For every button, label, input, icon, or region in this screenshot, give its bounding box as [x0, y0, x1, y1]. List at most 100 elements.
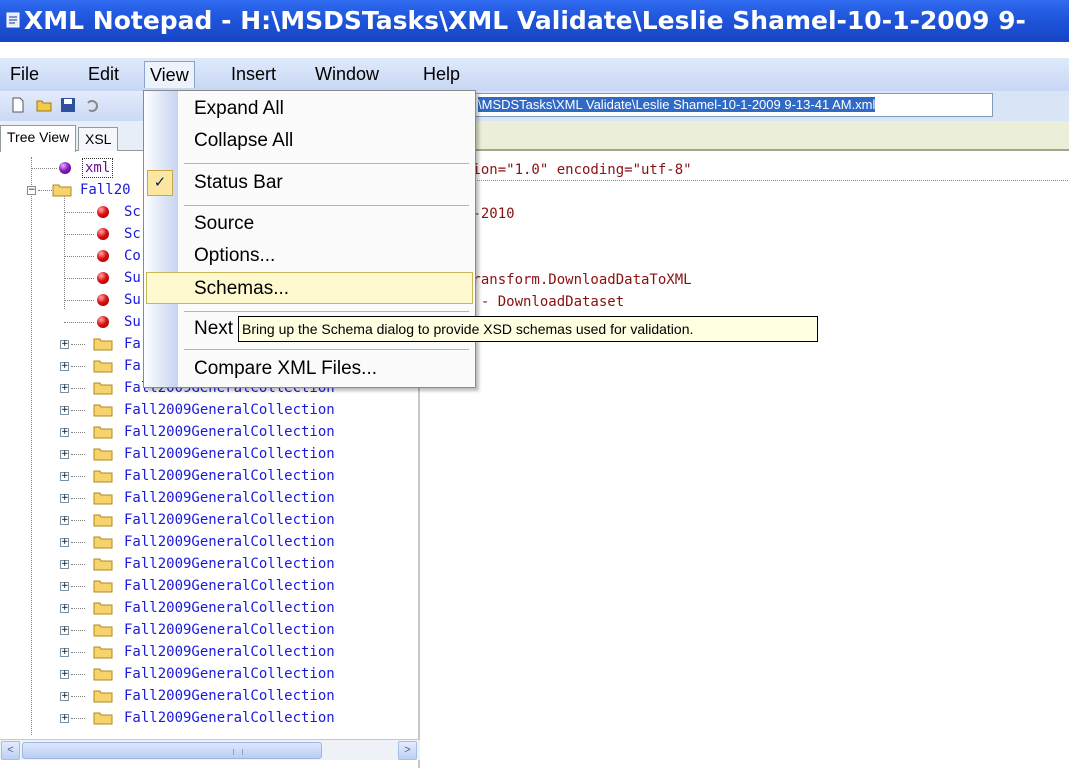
- tree-node-label: Su: [124, 270, 141, 286]
- tree-node-label: Sc: [124, 226, 141, 242]
- tree-line: [31, 168, 57, 169]
- menu-insert[interactable]: Insert: [226, 61, 281, 88]
- tree-line: [38, 190, 52, 191]
- menu-item-collapse-all[interactable]: Collapse All: [144, 125, 475, 157]
- tree-node-label: Fall2009GeneralCollection: [124, 402, 335, 418]
- folder-icon: [93, 404, 113, 417]
- folder-open-icon: [52, 184, 72, 197]
- expand-icon[interactable]: +: [60, 648, 69, 657]
- tree-line: [64, 300, 94, 301]
- title-bar[interactable]: XML Notepad - H:\MSDSTasks\XML Validate\…: [0, 0, 1069, 42]
- expand-icon[interactable]: +: [60, 626, 69, 635]
- tree-line: [71, 564, 85, 565]
- tree-node-label: Fall2009GeneralCollection: [124, 578, 335, 594]
- file-path-input[interactable]: \MSDSTasks\XML Validate\Leslie Shamel-10…: [473, 93, 993, 117]
- folder-icon: [93, 668, 113, 681]
- menu-item-expand-all[interactable]: Expand All: [144, 93, 475, 125]
- checkmark-icon: ✓: [147, 170, 173, 196]
- menu-separator: [184, 205, 469, 206]
- expand-icon[interactable]: +: [60, 384, 69, 393]
- expand-icon[interactable]: +: [60, 472, 69, 481]
- folder-icon: [93, 514, 113, 527]
- menu-item-label: Schemas...: [194, 278, 290, 299]
- tree-node-label: Su: [124, 292, 141, 308]
- menu-file[interactable]: File: [5, 61, 44, 88]
- expand-icon[interactable]: +: [60, 714, 69, 723]
- open-icon[interactable]: [36, 97, 52, 113]
- tree-line: [71, 608, 85, 609]
- tooltip: Bring up the Schema dialog to provide XS…: [238, 316, 818, 342]
- expand-icon[interactable]: +: [60, 582, 69, 591]
- folder-icon: [93, 426, 113, 439]
- menu-item-label: Options...: [194, 245, 276, 266]
- menu-item-options[interactable]: Options...: [144, 240, 475, 272]
- menu-item-source[interactable]: Source: [144, 208, 475, 240]
- expand-icon[interactable]: +: [60, 406, 69, 415]
- scroll-right-icon[interactable]: >: [398, 741, 417, 760]
- tree-line: [71, 520, 85, 521]
- folder-icon: [93, 448, 113, 461]
- tree-line: [71, 586, 85, 587]
- menu-help[interactable]: Help: [418, 61, 465, 88]
- attribute-icon: [97, 316, 109, 328]
- tree-node-label: Fall20: [80, 182, 131, 198]
- scroll-thumb[interactable]: [22, 742, 322, 759]
- expand-icon[interactable]: +: [60, 362, 69, 371]
- folder-icon: [93, 646, 113, 659]
- new-icon[interactable]: [10, 97, 26, 113]
- expand-icon[interactable]: +: [60, 494, 69, 503]
- menu-item-label: Collapse All: [194, 130, 294, 151]
- folder-icon: [93, 580, 113, 593]
- folder-icon: [93, 558, 113, 571]
- expand-icon[interactable]: +: [60, 604, 69, 613]
- save-icon[interactable]: [60, 97, 76, 113]
- tree-node-label: Fall2009GeneralCollection: [124, 644, 335, 660]
- folder-icon: [93, 712, 113, 725]
- menu-view[interactable]: View: [144, 61, 195, 88]
- tree-line: [71, 674, 85, 675]
- grip-icon: [233, 749, 243, 755]
- collapse-icon[interactable]: −: [27, 186, 36, 195]
- xml-notepad-icon: [6, 12, 20, 28]
- value-row[interactable]: sion="1.0" encoding="utf-8": [464, 159, 1069, 181]
- menu-separator: [184, 349, 469, 350]
- tree-node-label: xml: [82, 158, 114, 178]
- tree-line: [64, 234, 94, 235]
- value-row[interactable]: Transform.DownloadDataToXML: [464, 269, 692, 291]
- folder-icon: [93, 492, 113, 505]
- tab-tree-view[interactable]: Tree View: [0, 125, 77, 152]
- value-row[interactable]: 5 - DownloadDataset: [464, 291, 624, 313]
- expand-icon[interactable]: +: [60, 670, 69, 679]
- folder-icon: [93, 536, 113, 549]
- menu-item-label: Next: [194, 318, 234, 339]
- tree-line: [31, 157, 32, 735]
- attribute-icon: [97, 272, 109, 284]
- tree-node-label: Fall2009GeneralCollection: [124, 468, 335, 484]
- expand-icon[interactable]: +: [60, 340, 69, 349]
- menu-window[interactable]: Window: [310, 61, 384, 88]
- expand-icon[interactable]: +: [60, 428, 69, 437]
- menu-item-schemas[interactable]: Schemas...: [146, 272, 473, 304]
- tree-line: [64, 191, 65, 309]
- file-path-text: \MSDSTasks\XML Validate\Leslie Shamel-10…: [478, 97, 876, 112]
- menu-item-compare-xml-files[interactable]: Compare XML Files...: [144, 353, 475, 385]
- expand-icon[interactable]: +: [60, 538, 69, 547]
- undo-icon[interactable]: [84, 97, 100, 113]
- horizontal-scrollbar[interactable]: < >: [0, 739, 420, 760]
- expand-icon[interactable]: +: [60, 516, 69, 525]
- tree-node-label: Sc: [124, 204, 141, 220]
- expand-icon[interactable]: +: [60, 560, 69, 569]
- menu-edit[interactable]: Edit: [83, 61, 124, 88]
- tree-line: [71, 432, 85, 433]
- tree-node-label: Fall2009GeneralCollection: [124, 512, 335, 528]
- menu-item-label: Expand All: [194, 98, 284, 119]
- menu-item-status-bar[interactable]: ✓ Status Bar: [144, 167, 475, 199]
- tab-xsl[interactable]: XSL: [78, 127, 119, 151]
- folder-icon: [93, 624, 113, 637]
- scroll-left-icon[interactable]: <: [1, 741, 20, 760]
- expand-icon[interactable]: +: [60, 450, 69, 459]
- tree-node-label: Fall2009GeneralCollection: [124, 534, 335, 550]
- tree-line: [71, 454, 85, 455]
- expand-icon[interactable]: +: [60, 692, 69, 701]
- tree-line: [64, 322, 94, 323]
